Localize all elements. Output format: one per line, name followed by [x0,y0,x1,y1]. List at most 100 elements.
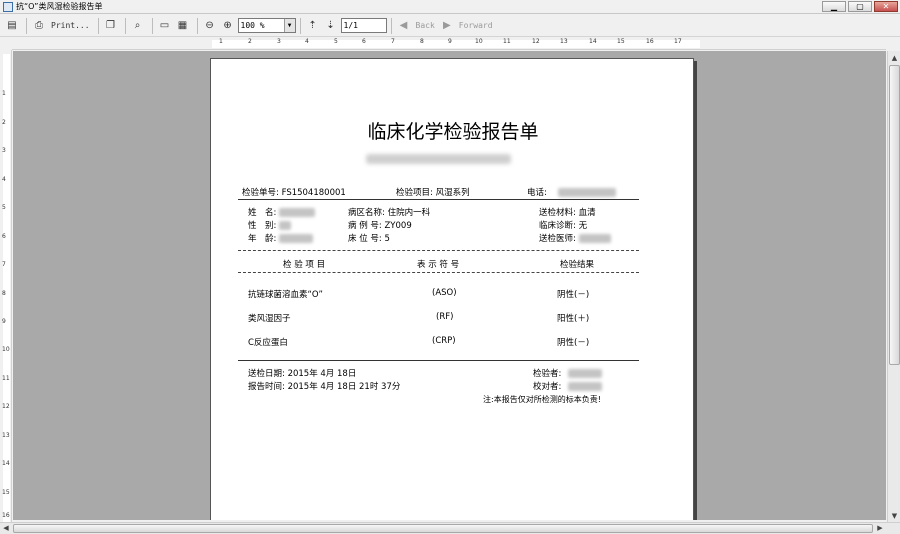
horizontal-scrollbar[interactable]: ◀ ▶ [0,522,900,534]
ruler-tick: 11 [2,375,10,382]
inspector: 检验者: [533,367,603,379]
ruler-tick: 15 [2,489,10,496]
ruler-tick: 10 [2,346,10,353]
header-symbol: 表 示 符 号 [417,260,460,270]
ruler-tick: 12 [2,403,10,410]
phone: 电话: [527,186,616,198]
scroll-left-icon[interactable]: ◀ [0,523,12,534]
multi-page-icon[interactable]: ▦ [175,18,191,34]
report-time: 报告时间: 2015年 4月 18日 21时 37分 [248,382,401,392]
disclaimer-note: 注:本报告仅对所检测的标本负责! [483,395,601,404]
toolbar-separator [97,17,99,34]
back-button[interactable]: Back [414,18,437,34]
divider [238,272,639,273]
ruler-tick: 4 [305,38,309,45]
doctor: 送检医师: [539,232,611,244]
case-number: 病 例 号: ZY009 [348,219,412,231]
toolbar-separator [151,17,153,34]
find-binoculars-icon[interactable]: ⌕ [130,18,146,34]
material-value: 血清 [578,208,596,218]
ruler-tick: 7 [391,38,395,45]
ruler-tick: 2 [248,38,252,45]
scroll-right-icon[interactable]: ▶ [874,523,886,534]
doctor-redacted [578,234,611,243]
result-item: C反应蛋白 [248,338,288,348]
scroll-up-icon[interactable]: ▲ [889,52,900,64]
zoom-in-icon[interactable]: ⊕ [220,18,236,34]
toolbar-separator [299,17,301,34]
ruler-tick: 14 [589,38,597,45]
minimize-button[interactable]: ▁ [822,1,846,12]
vertical-scrollbar[interactable]: ▲ ▼ [887,51,900,523]
ruler-tick: 16 [2,512,10,519]
ruler-tick: 3 [277,38,281,45]
ruler-tick: 16 [646,38,654,45]
ruler-tick: 1 [2,90,6,97]
close-button[interactable]: ✕ [874,1,898,12]
patient-age: 年 龄: [248,232,314,244]
ruler-tick: 17 [674,38,682,45]
toolbar-separator [390,17,392,34]
name-redacted [279,208,316,217]
vertical-scroll-thumb[interactable] [889,65,900,365]
preview-canvas[interactable]: 临床化学检验报告单 检验单号: FS1504180001 检验项目: 风湿系列 … [13,51,886,520]
ruler-tick: 8 [420,38,424,45]
case-label: 病 例 号: [348,221,382,231]
test-item: 检验项目: 风湿系列 [396,186,470,198]
checker-redacted [568,382,603,391]
toolbar: ▤ ⎙ Print... ❐ ⌕ ▭ ▦ ⊖ ⊕ 100 % ▼ ⇡ ⇣ 1/1… [0,15,900,37]
sex-label: 性 别: [248,221,277,231]
forward-arrow-icon[interactable]: ▶ [439,18,455,34]
back-arrow-icon[interactable]: ◀ [396,18,412,34]
ward-value: 住院内一科 [387,208,431,218]
page-number-input[interactable]: 1/1 [340,18,387,33]
case-value: ZY009 [384,221,412,231]
inspector-label: 检验者: [533,369,562,379]
age-redacted [279,234,314,243]
ruler-tick: 5 [2,204,6,211]
phone-label: 电话: [527,188,547,198]
phone-redacted [557,188,616,197]
ruler-tick: 15 [617,38,625,45]
ruler-tick: 11 [503,38,511,45]
bed-value: 5 [384,234,390,244]
scroll-down-icon[interactable]: ▼ [889,510,900,522]
ruler-tick: 6 [2,233,6,240]
single-page-icon[interactable]: ▭ [157,18,173,34]
bed-label: 床 位 号: [348,234,382,244]
zoom-out-icon[interactable]: ⊖ [202,18,218,34]
report-number: 检验单号: FS1504180001 [242,186,346,198]
next-page-icon[interactable]: ⇣ [323,18,339,34]
inspector-redacted [568,369,603,378]
horizontal-scroll-thumb[interactable] [13,524,873,533]
patient-sex: 性 别: [248,219,292,231]
page-setup-icon[interactable]: ▤ [4,18,20,34]
prev-page-icon[interactable]: ⇡ [305,18,321,34]
ruler-tick: 9 [448,38,452,45]
copy-icon[interactable]: ❐ [103,18,119,34]
ruler-tick: 5 [334,38,338,45]
ruler-tick: 10 [475,38,483,45]
report-number-value: FS1504180001 [281,188,346,198]
window-title: 抗“O”类风湿检验报告单 [16,2,103,11]
ruler-tick: 13 [560,38,568,45]
zoom-select[interactable]: 100 % ▼ [237,18,296,33]
doctor-label: 送检医师: [539,234,576,244]
diagnosis: 临床诊断: 无 [539,219,587,231]
print-button[interactable]: Print... [49,18,92,34]
printer-icon[interactable]: ⎙ [31,18,47,34]
report-number-label: 检验单号: [242,188,279,198]
ruler-tick: 4 [2,176,6,183]
hospital-name-redacted [366,154,511,164]
title-bar: 抗“O”类风湿检验报告单 ▁ ▢ ✕ [0,0,900,14]
ruler-tick: 14 [2,460,10,467]
ruler-tick: 9 [2,318,6,325]
maximize-button[interactable]: ▢ [848,1,872,12]
header-item: 检 验 项 目 [283,260,326,270]
bed-number: 床 位 号: 5 [348,232,390,244]
chevron-down-icon[interactable]: ▼ [283,19,295,32]
forward-button[interactable]: Forward [457,18,495,34]
divider [238,250,639,251]
diagnosis-value: 无 [578,221,588,231]
ruler-tick: 2 [2,119,6,126]
